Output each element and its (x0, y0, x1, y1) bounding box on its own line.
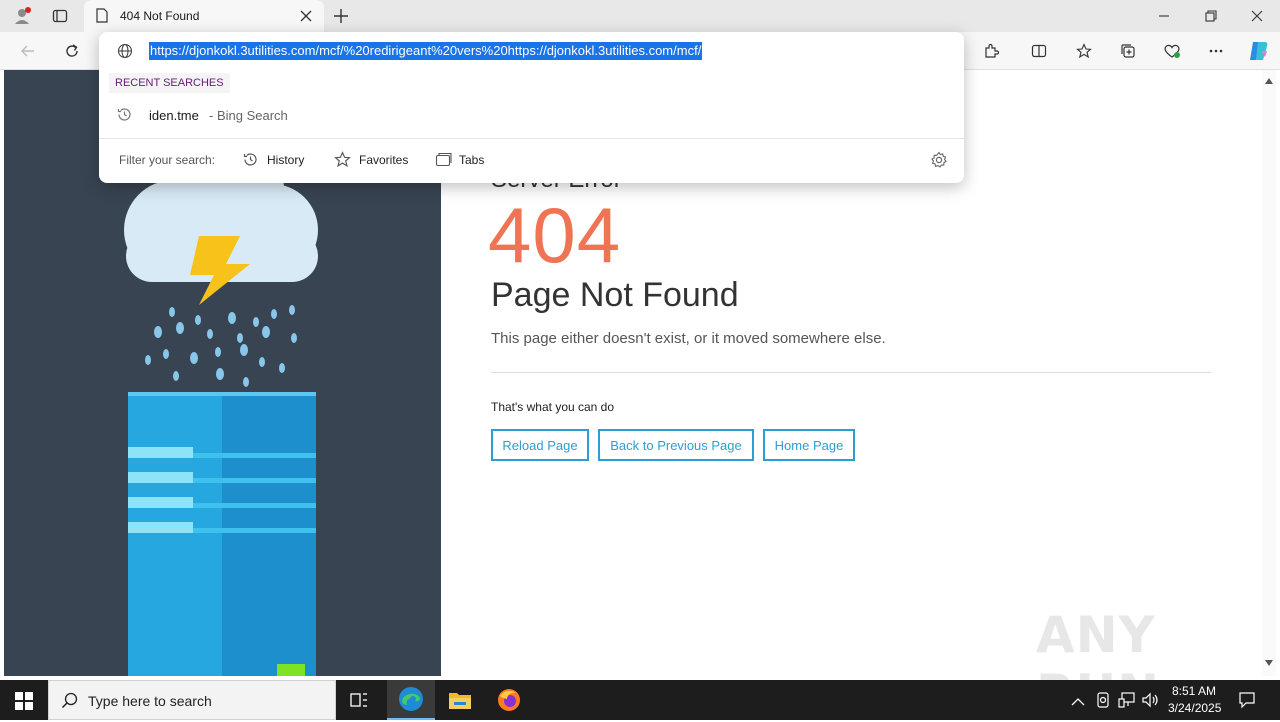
filter-label: Filter your search: (119, 153, 216, 167)
suggestion-row[interactable]: iden.tme - Bing Search (99, 100, 964, 130)
collections-icon[interactable] (1114, 37, 1142, 65)
taskbar-search-box[interactable]: Type here to search (48, 680, 336, 720)
filter-tabs-label: Tabs (459, 153, 485, 167)
firefox-icon[interactable] (497, 688, 521, 717)
filter-favorites-label: Favorites (359, 153, 409, 167)
divider (491, 372, 1211, 373)
device-icon[interactable] (1096, 692, 1110, 713)
reload-page-button[interactable]: Reload Page (491, 429, 589, 461)
close-icon[interactable] (300, 9, 312, 27)
address-input[interactable]: https://djonkokl.3utilities.com/mcf/%20r… (149, 42, 703, 60)
page-icon (96, 8, 108, 28)
back-arrow-icon[interactable] (14, 37, 42, 65)
plus-icon[interactable] (327, 2, 355, 30)
search-placeholder: Type here to search (88, 693, 212, 709)
refresh-icon[interactable] (58, 37, 86, 65)
tab-actions-icon[interactable] (46, 2, 74, 30)
page-title: Page Not Found (491, 276, 739, 314)
active-tab[interactable]: 404 Not Found (84, 0, 324, 32)
network-icon[interactable] (1118, 692, 1136, 713)
window-close-icon[interactable] (1243, 2, 1271, 30)
restore-icon[interactable] (1197, 2, 1225, 30)
volume-icon[interactable] (1142, 692, 1160, 713)
address-bar-dropdown[interactable]: https://djonkokl.3utilities.com/mcf/%20r… (99, 32, 964, 183)
home-page-button[interactable]: Home Page (763, 429, 855, 461)
suggestion-text: iden.tme (149, 108, 199, 123)
split-screen-icon[interactable] (1025, 37, 1053, 65)
gear-icon[interactable] (930, 151, 948, 174)
clock-time[interactable]: 8:51 AM (1172, 684, 1216, 698)
clock-date[interactable]: 3/24/2025 (1168, 701, 1221, 715)
minimize-icon[interactable] (1150, 2, 1178, 30)
page-scrollbar[interactable] (1262, 70, 1276, 676)
history-icon (116, 106, 133, 128)
file-explorer-icon[interactable] (448, 690, 472, 715)
task-view-icon[interactable] (349, 690, 369, 715)
search-icon (61, 692, 78, 714)
notifications-icon[interactable] (1238, 691, 1256, 714)
scroll-down-icon[interactable] (1265, 660, 1273, 666)
tab-title: 404 Not Found (120, 9, 200, 23)
copilot-icon[interactable] (1244, 37, 1272, 65)
tabs-icon (435, 152, 452, 173)
dropdown-divider (99, 138, 964, 139)
actions-label: That's what you can do (491, 400, 615, 414)
scroll-up-icon[interactable] (1265, 78, 1273, 84)
show-hidden-icons-icon[interactable] (1071, 694, 1085, 712)
windows-start-icon[interactable] (14, 691, 34, 716)
recent-searches-label: RECENT SEARCHES (109, 73, 230, 93)
filter-history-label: History (267, 153, 305, 167)
favorites-icon[interactable] (1070, 37, 1098, 65)
taskbar: Type here to search 8:51 AM 3/24/2025 (0, 680, 1280, 720)
error-code: 404 (488, 191, 622, 279)
globe-icon[interactable] (117, 43, 133, 64)
history-icon (242, 151, 259, 173)
error-description: This page either doesn't exist, or it mo… (491, 330, 886, 347)
extensions-icon[interactable] (977, 37, 1005, 65)
edge-taskbar-icon[interactable] (387, 680, 435, 720)
browser-essentials-icon[interactable] (1158, 37, 1186, 65)
more-options-icon[interactable] (1202, 37, 1230, 65)
back-to-previous-page-button[interactable]: Back to Previous Page (598, 429, 754, 461)
suggestion-source: - Bing Search (209, 108, 288, 123)
profile-icon[interactable] (8, 2, 36, 30)
star-icon (334, 151, 351, 173)
title-bar: 404 Not Found (0, 0, 1280, 32)
